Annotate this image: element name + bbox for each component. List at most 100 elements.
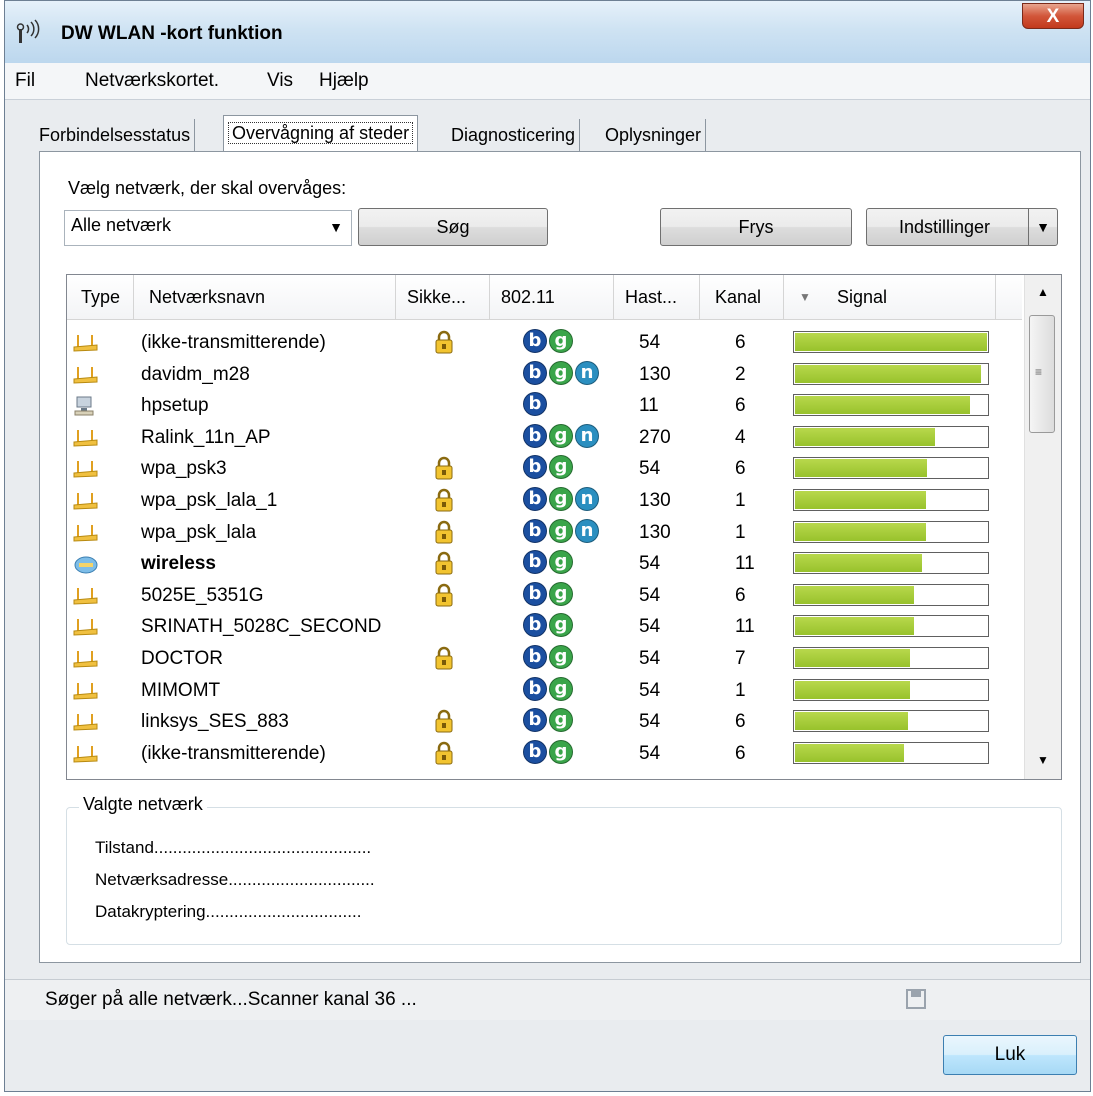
signal-bar-fill [795, 743, 904, 762]
speed-value: 54 [639, 553, 661, 575]
tab-information[interactable]: Oplysninger [601, 119, 707, 151]
info-encryption: Datakryptering..........................… [95, 902, 362, 921]
network-name: wireless [141, 553, 216, 575]
scroll-down-icon[interactable]: ▼ [1037, 753, 1049, 767]
column-security[interactable]: Sikke... [407, 275, 466, 319]
mode-b-badge: b [523, 550, 547, 575]
table-row[interactable]: (ikke-transmitterende) b g 54 6 [67, 738, 1022, 769]
app-window: DW WLAN -kort funktion X Fil Netværkskor… [4, 0, 1091, 1092]
table-row[interactable]: davidm_m28 b g n 130 2 [67, 359, 1022, 390]
table-row[interactable]: (ikke-transmitterende) b g 54 6 [67, 327, 1022, 358]
signal-bar-fill [795, 554, 922, 573]
table-row[interactable]: 5025E_5351G b g 54 6 [67, 580, 1022, 611]
info-network-address: Netværksadresse.........................… [95, 870, 375, 889]
mode-g-badge: g [549, 613, 573, 638]
mode-g-badge: g [549, 423, 573, 448]
channel-value: 7 [735, 648, 746, 669]
menu-adapter[interactable]: Netværkskortet. [85, 70, 219, 92]
mode-g-badge: g [549, 487, 573, 511]
connected-network-icon [74, 556, 98, 574]
network-name: MIMOMT [141, 679, 221, 701]
table-row[interactable]: wpa_psk_lala_1 b g n 130 1 [67, 485, 1022, 516]
signal-bar [793, 678, 989, 701]
network-select-label: Vælg netværk, der skal overvåges: [68, 178, 347, 198]
signal-bar [793, 615, 989, 638]
access-point-icon [73, 429, 98, 447]
column-network-name[interactable]: Netværksnavn [149, 275, 265, 319]
signal-bar [793, 362, 989, 385]
freeze-button[interactable]: Frys [660, 208, 852, 246]
column-80211[interactable]: 802.11 [501, 275, 555, 319]
list-scrollbar[interactable]: ▲ ≡ ▼ [1024, 275, 1061, 779]
column-channel[interactable]: Kanal [715, 275, 761, 319]
table-row[interactable]: hpsetup b 11 6 [67, 390, 1022, 421]
table-row[interactable]: wireless b g 54 11 [67, 548, 1022, 579]
table-row[interactable]: linksys_SES_883 b g 54 6 [67, 706, 1022, 737]
menu-file[interactable]: Fil [15, 70, 35, 92]
settings-dropdown-arrow-icon[interactable]: ▼ [1028, 209, 1057, 245]
channel-value: 4 [735, 426, 746, 448]
access-point-icon [73, 493, 98, 510]
close-window-button[interactable]: X [1022, 3, 1084, 29]
network-name: (ikke-transmitterende) [141, 742, 326, 764]
close-button[interactable]: Luk [943, 1035, 1077, 1075]
mode-g-badge: g [549, 676, 573, 701]
info-state: Tilstand................................… [95, 838, 372, 857]
signal-bar-fill [795, 585, 914, 604]
title-bar: DW WLAN -kort funktion X [5, 1, 1090, 64]
grip-icon: ≡ [1035, 365, 1043, 379]
speed-value: 270 [639, 426, 671, 448]
menu-view[interactable]: Vis [267, 70, 293, 92]
status-text: Søger på alle netværk...Scanner kanal 36… [45, 989, 417, 1010]
tab-site-monitor-label: Overvågning af steder [228, 122, 414, 144]
sort-descending-icon: ▼ [799, 290, 811, 304]
list-header: Type Netværksnavn Sikke... 802.11 Hast..… [67, 275, 1022, 320]
signal-bar [793, 489, 989, 511]
tab-connection-status[interactable]: Forbindelsesstatus [35, 119, 196, 151]
column-signal[interactable]: Signal [837, 275, 887, 319]
speed-value: 54 [639, 742, 661, 764]
table-row[interactable]: SRINATH_5028C_SECOND b g 54 11 [67, 611, 1022, 642]
settings-button[interactable]: Indstillinger ▼ [866, 208, 1058, 246]
network-name: hpsetup [141, 395, 209, 417]
column-type[interactable]: Type [81, 275, 120, 319]
save-icon[interactable] [905, 988, 927, 1010]
wlan-signal-icon [16, 19, 40, 43]
channel-value: 6 [735, 332, 746, 353]
column-speed[interactable]: Hast... [625, 275, 677, 319]
status-bar: Søger på alle netværk...Scanner kanal 36… [5, 979, 1090, 1020]
tab-diagnostics[interactable]: Diagnosticering [447, 119, 581, 151]
signal-bar-fill [795, 680, 910, 699]
channel-value: 11 [735, 616, 755, 638]
signal-bar [793, 425, 989, 448]
lock-icon [435, 552, 453, 575]
channel-value: 2 [735, 363, 746, 385]
signal-bar [793, 520, 989, 543]
network-filter-dropdown[interactable]: Alle netværk ▼ [64, 210, 352, 246]
menu-help[interactable]: Hjælp [319, 70, 369, 92]
tab-site-monitor[interactable]: Overvågning af steder [223, 115, 419, 152]
channel-value: 6 [735, 584, 746, 606]
network-filter-value: Alle netværk [71, 215, 172, 235]
search-button[interactable]: Søg [358, 208, 548, 246]
channel-value: 6 [735, 742, 746, 764]
table-row[interactable]: wpa_psk_lala b g n 130 1 [67, 517, 1022, 548]
table-row[interactable]: wpa_psk3 b g 54 6 [67, 453, 1022, 484]
signal-bar [793, 710, 989, 733]
network-list[interactable]: Type Netværksnavn Sikke... 802.11 Hast..… [66, 274, 1062, 780]
lock-icon [435, 488, 453, 512]
signal-bar [793, 394, 989, 417]
site-monitor-panel: Vælg netværk, der skal overvåges: Alle n… [39, 151, 1081, 963]
access-point-icon [73, 714, 98, 731]
channel-value: 6 [735, 711, 746, 733]
table-row[interactable]: DOCTOR b g 54 7 [67, 643, 1022, 674]
mode-n-badge: n [575, 360, 599, 385]
signal-bar-fill [795, 649, 910, 667]
scroll-up-icon[interactable]: ▲ [1037, 285, 1049, 299]
access-point-icon [73, 651, 98, 668]
channel-value: 11 [735, 553, 755, 575]
lock-icon [435, 330, 453, 354]
mode-n-badge: n [575, 518, 599, 543]
table-row[interactable]: Ralink_11n_AP b g n 270 4 [67, 422, 1022, 453]
table-row[interactable]: MIMOMT b g 54 1 [67, 675, 1022, 706]
